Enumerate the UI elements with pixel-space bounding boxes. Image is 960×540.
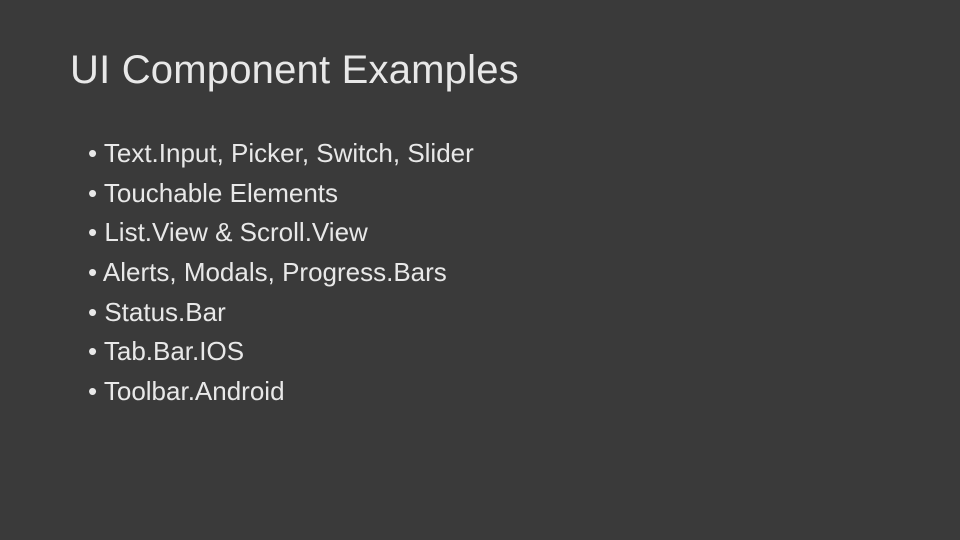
list-item: Text.Input, Picker, Switch, Slider — [88, 135, 890, 173]
list-item: Alerts, Modals, Progress.Bars — [88, 254, 890, 292]
list-item: Tab.Bar.IOS — [88, 333, 890, 371]
slide-title: UI Component Examples — [70, 48, 890, 93]
list-item: Status.Bar — [88, 294, 890, 332]
bullet-list: Text.Input, Picker, Switch, Slider Touch… — [70, 135, 890, 411]
list-item: List.View & Scroll.View — [88, 214, 890, 252]
list-item: Toolbar.Android — [88, 373, 890, 411]
list-item: Touchable Elements — [88, 175, 890, 213]
